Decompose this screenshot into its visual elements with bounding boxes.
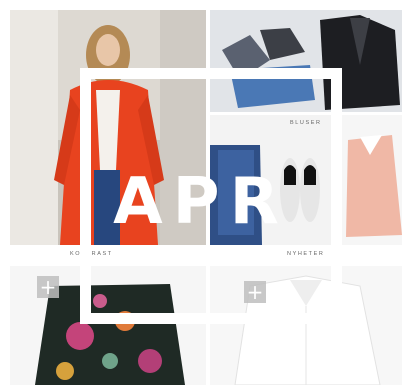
brand-logo: APR [113,165,289,239]
add-icon[interactable]: + [37,276,59,298]
